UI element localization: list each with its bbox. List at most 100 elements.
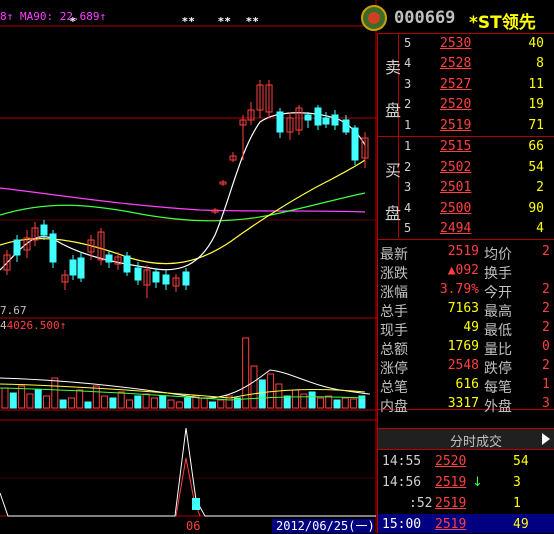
quote-value: 2 bbox=[542, 320, 550, 335]
quote-row: 最新 2519 均价 2 bbox=[377, 242, 554, 263]
quote-row: 总笔 616 每笔 1 bbox=[377, 375, 554, 396]
stock-code: 000669 bbox=[394, 8, 456, 28]
volume: 11 bbox=[528, 77, 544, 92]
price: 2515 bbox=[440, 139, 472, 154]
tick-price: 2519 bbox=[435, 496, 467, 511]
candle bbox=[105, 254, 113, 263]
buy-row-1[interactable]: 1 2515 66 bbox=[377, 137, 554, 156]
stock-name: *ST领先 bbox=[469, 13, 536, 33]
buy-row-4[interactable]: 4 2500 90 bbox=[377, 199, 554, 218]
volume-bar bbox=[109, 397, 117, 409]
kline-chart[interactable]: 8↑ MA90: 22.689↑ * ** ** ** 7.67 44026.5… bbox=[0, 0, 377, 533]
candle bbox=[182, 271, 190, 286]
price: 2500 bbox=[440, 201, 472, 216]
quote-row: 涨幅 3.79% 今开 2 bbox=[377, 280, 554, 301]
volume-bar bbox=[51, 377, 59, 409]
quote-value: 7163 bbox=[447, 301, 479, 316]
ma-magenta-line bbox=[0, 187, 366, 213]
volume-bar bbox=[209, 401, 216, 409]
tick-row[interactable]: 14:56 2519 ↓ 3 bbox=[377, 473, 554, 492]
quote-value: 3.79% bbox=[439, 282, 479, 297]
volume: 66 bbox=[528, 139, 544, 154]
tick-price: 2519 bbox=[435, 475, 467, 490]
volume-bar bbox=[217, 399, 225, 409]
buy-row-2[interactable]: 2 2502 54 bbox=[377, 158, 554, 177]
candle bbox=[342, 119, 350, 133]
kline-chart-canvas[interactable] bbox=[0, 0, 377, 533]
volume-bar bbox=[101, 395, 109, 409]
volume-bar bbox=[300, 393, 308, 409]
volume-bar bbox=[184, 397, 192, 409]
volume-bar bbox=[175, 401, 183, 409]
tick-price: 2520 bbox=[435, 454, 467, 469]
quote-row: 总手 7163 最高 2 bbox=[377, 299, 554, 320]
ma-green-line bbox=[0, 192, 366, 222]
volume-bar bbox=[43, 395, 50, 409]
level-label: 1 bbox=[404, 118, 412, 132]
indicator-date-tick: 06 bbox=[186, 519, 201, 533]
quote-value: 2519 bbox=[447, 244, 479, 259]
quote-value: 0 bbox=[542, 339, 550, 354]
price: 2502 bbox=[440, 160, 472, 175]
low-price-label: 7.67 bbox=[0, 304, 27, 317]
volume-bar bbox=[167, 399, 175, 409]
candle bbox=[351, 127, 359, 161]
sell-row-4[interactable]: 4 2528 8 bbox=[377, 54, 554, 73]
star-mark: * bbox=[70, 15, 77, 28]
quote-value: 1769 bbox=[447, 339, 479, 354]
candle bbox=[40, 224, 48, 236]
sell-row-1[interactable]: 1 2519 71 bbox=[377, 116, 554, 135]
volume-bar bbox=[150, 397, 158, 409]
tick-time: :52 bbox=[409, 496, 433, 511]
volume: 54 bbox=[528, 160, 544, 175]
sell-row-2[interactable]: 2 2520 19 bbox=[377, 95, 554, 114]
quote-row: 内盘 3317 外盘 3 bbox=[377, 394, 554, 415]
volume-bar bbox=[333, 399, 341, 409]
tick-time: 14:55 bbox=[382, 454, 422, 469]
volume-bars bbox=[1, 337, 366, 409]
candle bbox=[152, 271, 160, 283]
quote-value: 2 bbox=[542, 301, 550, 316]
volume: 4 bbox=[536, 221, 544, 236]
candle bbox=[322, 117, 330, 125]
star-mark: ** bbox=[182, 15, 196, 28]
star-mark: ** bbox=[246, 15, 260, 28]
volume-bar bbox=[341, 397, 349, 409]
quote-row: 现手 49 最低 2 bbox=[377, 318, 554, 339]
volume-bar bbox=[134, 395, 142, 409]
buy-row-5[interactable]: 5 2494 4 bbox=[377, 219, 554, 238]
quote-value: ▲092 bbox=[447, 263, 479, 278]
tab-scroll-right-icon[interactable] bbox=[542, 433, 550, 445]
volume-bar bbox=[67, 397, 75, 409]
volume-bar bbox=[283, 395, 291, 409]
tick-row[interactable]: 14:55 2520 54 bbox=[377, 452, 554, 471]
candle bbox=[331, 114, 339, 126]
ma90-label: MA90: 22.689↑ bbox=[20, 10, 107, 23]
tick-time: 15:00 bbox=[382, 517, 422, 532]
level-label: 2 bbox=[404, 97, 412, 111]
candle bbox=[162, 274, 170, 285]
buy-row-3[interactable]: 3 2501 2 bbox=[377, 178, 554, 197]
volume-bar bbox=[142, 393, 150, 409]
volume-bar bbox=[9, 392, 17, 409]
sell-row-5[interactable]: 5 2530 40 bbox=[377, 34, 554, 53]
tick-time: 14:56 bbox=[382, 475, 422, 490]
ma-prefix-label: 8↑ bbox=[0, 10, 14, 23]
volume-scale-value: 4026.500↑ bbox=[6, 319, 67, 332]
level-label: 4 bbox=[404, 201, 412, 215]
quote-value: 616 bbox=[455, 377, 479, 392]
quote-label: 外盘 bbox=[484, 399, 512, 415]
star-mark: ** bbox=[218, 15, 232, 28]
candle bbox=[69, 259, 77, 276]
tick-row[interactable]: :52 2519 1 bbox=[377, 494, 554, 513]
quote-value: 2 bbox=[542, 244, 550, 259]
tab-ticks[interactable]: 分时成交 bbox=[378, 429, 554, 450]
volume-bar bbox=[76, 389, 84, 409]
level-label: 5 bbox=[404, 36, 412, 50]
app-logo-inner bbox=[368, 12, 380, 24]
sell-row-3[interactable]: 3 2527 11 bbox=[377, 75, 554, 94]
volume-bar bbox=[308, 391, 316, 409]
app-logo-icon bbox=[361, 5, 387, 31]
quote-value: 2 bbox=[542, 282, 550, 297]
tick-row[interactable]: 15:00 2519 49 bbox=[377, 515, 554, 534]
